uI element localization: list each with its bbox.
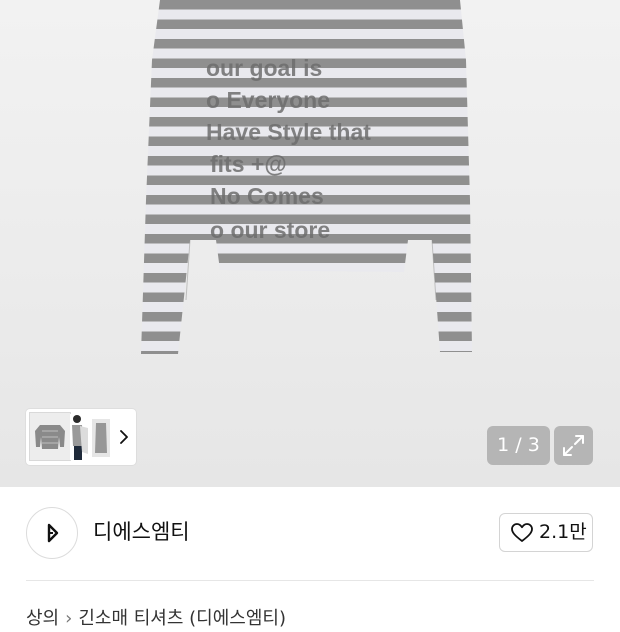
breadcrumb-item-subcategory[interactable]: 긴소매 티셔츠 (디에스엠티) (78, 608, 286, 629)
expand-icon[interactable] (554, 426, 593, 465)
breadcrumb: 상의 › 긴소매 티셔츠 (디에스엠티) (26, 606, 286, 632)
like-count: 2.1만 (539, 521, 587, 543)
like-button[interactable]: 2.1만 (499, 513, 593, 552)
seller-name[interactable]: 디에스엠티 (93, 517, 190, 547)
breadcrumb-separator: › (65, 608, 73, 629)
breadcrumb-item-category[interactable]: 상의 (26, 608, 59, 629)
print-line: fits +@ (210, 151, 287, 177)
divider (26, 580, 594, 581)
print-line: our goal is (206, 55, 322, 81)
print-line: No Comes (210, 183, 324, 209)
print-line: Have Style that (206, 119, 371, 145)
image-counter: 1 / 3 (487, 426, 550, 465)
brand-logo-icon[interactable] (26, 507, 78, 559)
thumbnail-image[interactable] (92, 419, 110, 457)
thumbnail-image[interactable] (70, 414, 92, 460)
print-line: o Everyone (206, 87, 330, 113)
chevron-right-icon[interactable] (114, 427, 134, 447)
thumbnail-strip[interactable] (26, 409, 136, 465)
seller-row[interactable]: 디에스엠티 2.1만 (0, 487, 620, 581)
thumbnail-image[interactable] (29, 412, 71, 461)
heart-outline-icon (511, 523, 533, 543)
print-line: o our store (210, 217, 330, 243)
product-image-area[interactable]: our goal is o Everyone Have Style that f… (0, 0, 620, 487)
